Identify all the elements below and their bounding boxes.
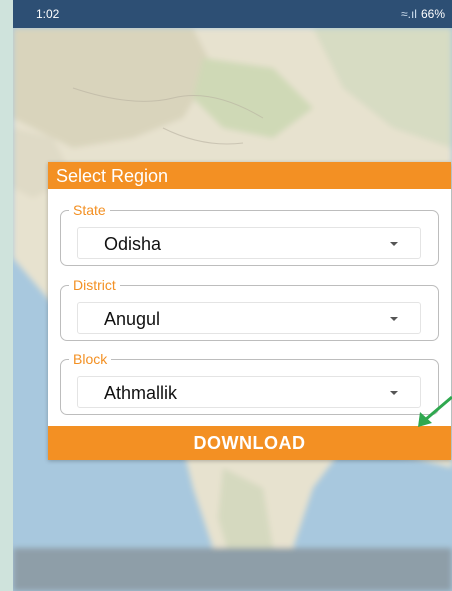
block-label: Block xyxy=(69,351,112,367)
download-button-label: DOWNLOAD xyxy=(193,433,306,453)
state-field: State Odisha xyxy=(60,202,439,266)
signal-icon: ≈.ıl xyxy=(401,7,417,21)
status-bar: 1:02 ≈.ıl 66% xyxy=(13,0,452,28)
dialog-title: Select Region xyxy=(56,166,169,186)
dropdown-arrow-icon xyxy=(390,391,398,395)
dropdown-arrow-icon xyxy=(390,317,398,321)
district-label: District xyxy=(69,277,120,293)
district-value: Anugul xyxy=(104,309,161,329)
dropdown-arrow-icon xyxy=(390,242,398,246)
state-label: State xyxy=(69,202,110,218)
block-field: Block Athmallik xyxy=(60,351,439,415)
district-dropdown[interactable]: Anugul xyxy=(77,302,421,334)
phone-screen: 1:02 ≈.ıl 66% Select Region State Odisha… xyxy=(13,0,452,591)
block-value: Athmallik xyxy=(104,383,178,403)
status-time: 1:02 xyxy=(36,7,60,21)
status-indicators: ≈.ıl 66% xyxy=(401,7,445,21)
battery-level: 66% xyxy=(420,7,445,21)
block-dropdown[interactable]: Athmallik xyxy=(77,376,421,408)
state-dropdown[interactable]: Odisha xyxy=(77,227,421,259)
district-field: District Anugul xyxy=(60,277,439,341)
dialog-header: Select Region xyxy=(48,162,451,189)
select-region-dialog: Select Region State Odisha District Anug… xyxy=(48,162,451,460)
state-value: Odisha xyxy=(104,234,162,254)
download-button[interactable]: DOWNLOAD xyxy=(48,426,451,460)
